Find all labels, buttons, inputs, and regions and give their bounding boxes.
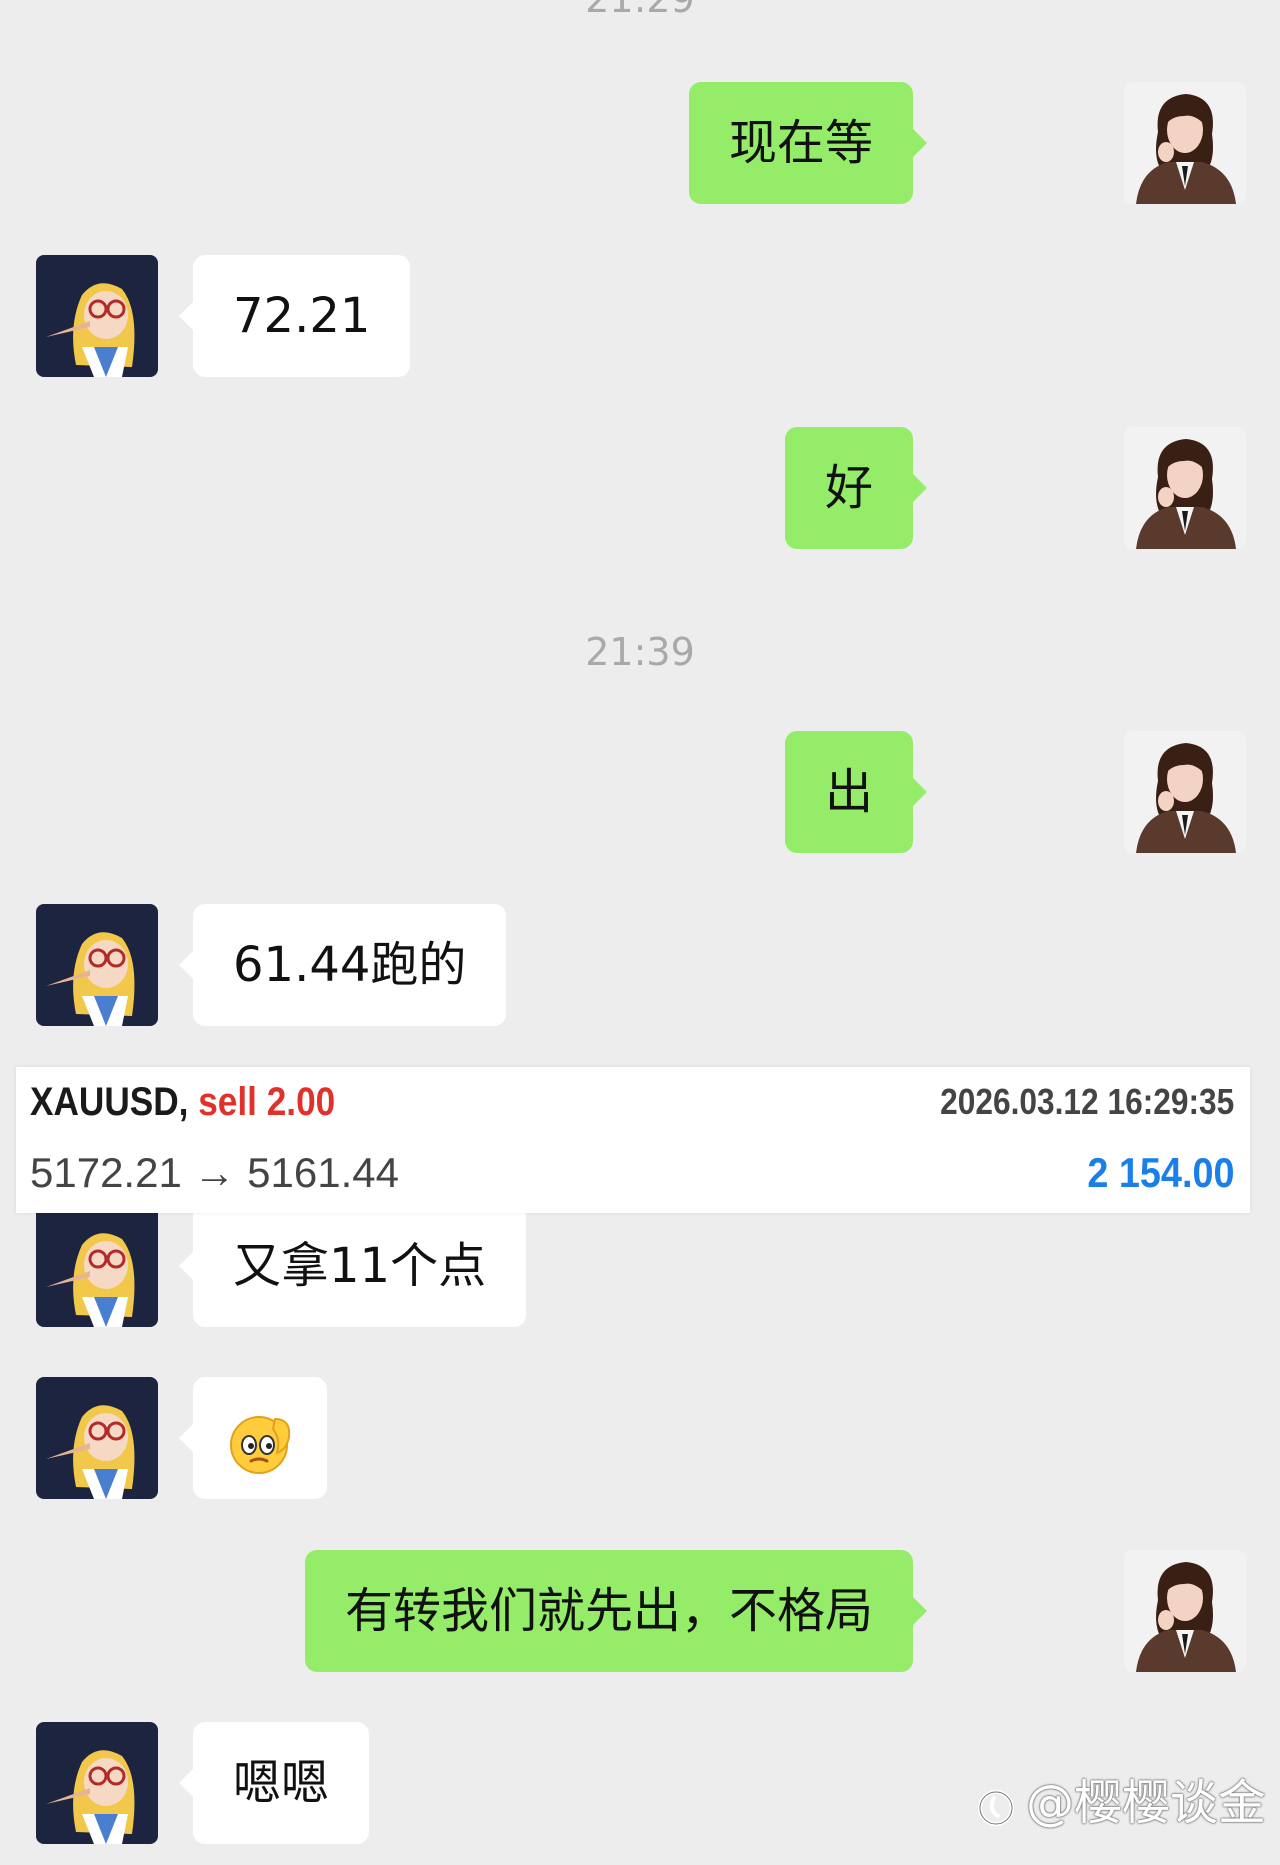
trade-symbol: XAUUSD,	[30, 1080, 189, 1124]
contact-avatar[interactable]	[36, 904, 158, 1026]
trade-record-card: XAUUSD, sell 2.00 2026.03.12 16:29:35 51…	[16, 1067, 1250, 1213]
cartoon-alice-icon	[36, 904, 158, 1026]
my-avatar[interactable]	[1124, 82, 1246, 204]
message-bubble-incoming[interactable]: 61.44跑的	[178, 904, 507, 1026]
woman-portrait-icon	[1124, 731, 1246, 853]
message-bubble-outgoing[interactable]: 现在等	[688, 82, 928, 204]
trade-title: XAUUSD, sell 2.00	[30, 1073, 335, 1131]
cartoon-alice-icon	[36, 1205, 158, 1327]
salute-face-emoji-icon	[230, 1416, 291, 1474]
my-avatar[interactable]	[1124, 731, 1246, 853]
contact-avatar[interactable]	[36, 1377, 158, 1499]
message-bubble-outgoing[interactable]: 好	[784, 427, 928, 549]
my-avatar[interactable]	[1124, 427, 1246, 549]
timestamp-divider: 21:29	[0, 0, 1280, 22]
cartoon-alice-icon	[36, 1377, 158, 1499]
message-bubble-incoming[interactable]: 嗯嗯	[178, 1722, 370, 1844]
trade-profit: 2 154.00	[1086, 1149, 1234, 1196]
trade-timestamp: 2026.03.12 16:29:35	[939, 1081, 1234, 1122]
message-bubble-outgoing[interactable]: 出	[784, 731, 928, 853]
timestamp-divider: 21:39	[585, 630, 695, 674]
message-bubble-outgoing[interactable]: 有转我们就先出，不格局	[304, 1550, 928, 1672]
weibo-logo-icon	[977, 1790, 1014, 1826]
trade-side: sell 2.00	[198, 1080, 336, 1124]
cartoon-alice-icon	[36, 255, 158, 377]
message-bubble-incoming[interactable]: 72.21	[178, 255, 411, 377]
trade-prices: 5172.21 → 5161.44	[30, 1149, 399, 1196]
contact-avatar[interactable]	[36, 255, 158, 377]
my-avatar[interactable]	[1124, 1550, 1246, 1672]
watermark-text: @樱樱谈金	[1025, 1775, 1266, 1831]
woman-portrait-icon	[1124, 427, 1246, 549]
woman-portrait-icon	[1124, 82, 1246, 204]
woman-portrait-icon	[1124, 1550, 1246, 1672]
chat-area: 21:29 现在等 72.21 好	[0, 0, 1280, 1865]
cartoon-alice-icon	[36, 1722, 158, 1844]
message-bubble-incoming[interactable]: 又拿11个点	[178, 1205, 527, 1327]
watermark: @樱樱谈金	[972, 1768, 1266, 1838]
contact-avatar[interactable]	[36, 1722, 158, 1844]
contact-avatar[interactable]	[36, 1205, 158, 1327]
